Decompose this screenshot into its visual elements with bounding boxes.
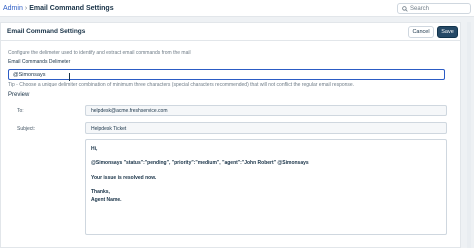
top-bar: Admin › Email Command Settings Search xyxy=(0,0,474,17)
cancel-button[interactable]: Cancel xyxy=(408,26,434,38)
delimiter-label: Email Commands Delimeter xyxy=(8,59,71,65)
subject-label: Subject: xyxy=(17,126,36,132)
body-command: @Simonsays "status":"pending", "priority… xyxy=(91,160,309,166)
breadcrumb-admin-link[interactable]: Admin xyxy=(3,5,23,12)
body-closing: Thanks, xyxy=(91,189,110,195)
email-body-preview: Hi, @Simonsays "status":"pending", "prio… xyxy=(85,139,447,235)
mouse-cursor xyxy=(69,73,70,81)
search-placeholder: Search xyxy=(410,6,430,12)
search-icon xyxy=(402,6,408,12)
panel-title: Email Command Settings xyxy=(7,28,86,35)
panel-header: Email Command Settings Cancel Save xyxy=(1,23,460,41)
to-field: helpdesk@acme.freshservice.com xyxy=(85,105,447,116)
page-scrollbar[interactable] xyxy=(467,22,471,248)
subject-value: Helpdesk Ticket xyxy=(91,126,127,132)
body-message: Your issue is resolved now. xyxy=(91,175,157,181)
breadcrumb: Admin › Email Command Settings xyxy=(3,4,114,13)
breadcrumb-separator: › xyxy=(24,5,28,12)
preview-title: Preview xyxy=(8,92,30,98)
settings-description: Configure the delimeter used to identify… xyxy=(8,50,191,56)
delimiter-tip: Tip - Choose a unique delimiter combinat… xyxy=(8,82,355,88)
body-greeting: Hi, xyxy=(91,146,98,152)
save-button[interactable]: Save xyxy=(437,26,458,38)
delimiter-input[interactable] xyxy=(8,69,445,80)
settings-panel: Email Command Settings Cancel Save Confi… xyxy=(0,22,461,248)
to-value: helpdesk@acme.freshservice.com xyxy=(91,108,168,114)
body-signature: Agent Name. xyxy=(91,197,122,203)
search-input[interactable]: Search xyxy=(397,3,471,14)
to-label: To: xyxy=(17,108,24,114)
page-title: Email Command Settings xyxy=(29,5,114,12)
subject-field: Helpdesk Ticket xyxy=(85,122,447,134)
